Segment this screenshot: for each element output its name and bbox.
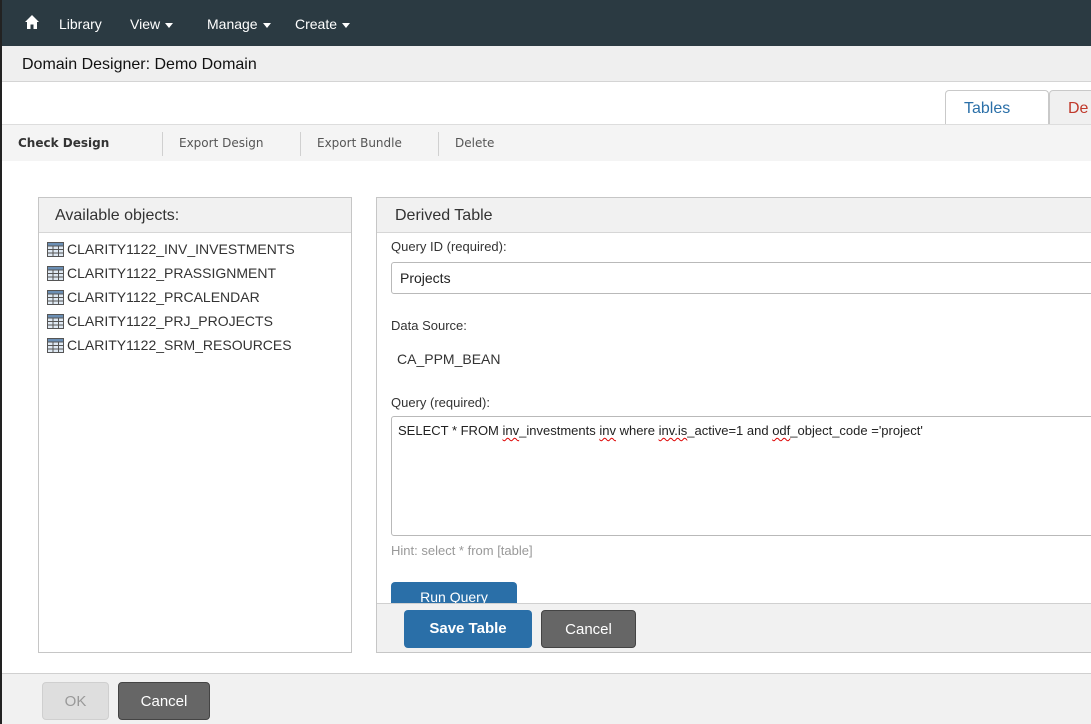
- available-objects-list: CLARITY1122_INV_INVESTMENTS CLARITY1122_…: [39, 233, 351, 357]
- list-item[interactable]: CLARITY1122_INV_INVESTMENTS: [47, 237, 351, 261]
- dialog-footer: OK Cancel: [2, 673, 1091, 724]
- query-text: inv.is: [658, 423, 688, 438]
- table-icon: [47, 289, 64, 305]
- nav-manage-label: Manage: [207, 16, 258, 32]
- page-title: Domain Designer: Demo Domain: [22, 56, 257, 73]
- table-icon: [47, 265, 64, 281]
- nav-view-menu[interactable]: View: [130, 16, 174, 32]
- cancel-table-button[interactable]: Cancel: [541, 610, 636, 648]
- query-id-label: Query ID (required):: [391, 239, 507, 254]
- tab-derived[interactable]: De: [1049, 90, 1091, 124]
- save-table-button[interactable]: Save Table: [404, 610, 532, 648]
- available-objects-panel: Available objects: CLARITY1122_INV_INVES…: [38, 197, 352, 653]
- nav-create-label: Create: [295, 16, 338, 32]
- table-icon: [47, 241, 64, 257]
- cancel-button[interactable]: Cancel: [118, 682, 210, 720]
- query-text: where: [615, 423, 659, 438]
- query-label: Query (required):: [391, 395, 490, 410]
- ok-button[interactable]: OK: [42, 682, 109, 720]
- available-objects-heading: Available objects:: [39, 198, 351, 233]
- query-text: _active=1 and: [687, 423, 773, 438]
- tab-tables[interactable]: Tables: [945, 90, 1049, 124]
- query-text: inv: [599, 423, 616, 438]
- object-label: CLARITY1122_PRCALENDAR: [67, 289, 260, 305]
- query-text: _object_code ='project': [790, 423, 923, 438]
- delete-button[interactable]: Delete: [439, 125, 510, 161]
- table-icon: [47, 313, 64, 329]
- caret-down-icon: [165, 22, 174, 28]
- title-bar: Domain Designer: Demo Domain: [2, 46, 1091, 82]
- object-label: CLARITY1122_PRJ_PROJECTS: [67, 313, 273, 329]
- nav-library[interactable]: Library: [59, 16, 102, 32]
- object-label: CLARITY1122_SRM_RESOURCES: [67, 337, 292, 353]
- nav-view-label: View: [130, 16, 161, 32]
- query-textarea[interactable]: SELECT * FROM inv_investments inv where …: [391, 416, 1091, 536]
- derived-table-panel: Derived Table Query ID (required): Data …: [376, 197, 1091, 653]
- data-source-value: CA_PPM_BEAN: [397, 351, 501, 367]
- query-id-input[interactable]: [391, 262, 1091, 294]
- export-bundle-button[interactable]: Export Bundle: [301, 125, 418, 161]
- data-source-label: Data Source:: [391, 318, 467, 333]
- export-design-button[interactable]: Export Design: [163, 125, 280, 161]
- caret-down-icon: [262, 22, 271, 28]
- check-design-button[interactable]: Check Design: [18, 125, 125, 161]
- query-text: inv: [502, 423, 520, 438]
- list-item[interactable]: CLARITY1122_SRM_RESOURCES: [47, 333, 351, 357]
- table-icon: [47, 337, 64, 353]
- object-label: CLARITY1122_INV_INVESTMENTS: [67, 241, 295, 257]
- object-label: CLARITY1122_PRASSIGNMENT: [67, 265, 277, 281]
- list-item[interactable]: CLARITY1122_PRASSIGNMENT: [47, 261, 351, 285]
- top-navigation-bar: Library View Manage Create: [2, 0, 1091, 46]
- nav-manage-menu[interactable]: Manage: [207, 16, 271, 32]
- list-item[interactable]: CLARITY1122_PRCALENDAR: [47, 285, 351, 309]
- designer-toolbar: Check Design Export Design Export Bundle…: [2, 124, 1091, 161]
- query-text: SELECT * FROM: [398, 423, 503, 438]
- list-item[interactable]: CLARITY1122_PRJ_PROJECTS: [47, 309, 351, 333]
- derived-table-heading: Derived Table: [377, 198, 1091, 233]
- query-text: odf: [772, 423, 791, 438]
- query-hint: Hint: select * from [table]: [391, 543, 533, 558]
- nav-create-menu[interactable]: Create: [295, 16, 351, 32]
- home-icon[interactable]: [24, 14, 40, 30]
- query-text: _investments: [519, 423, 600, 438]
- derived-table-footer: Save Table Cancel: [377, 603, 1091, 652]
- caret-down-icon: [342, 22, 351, 28]
